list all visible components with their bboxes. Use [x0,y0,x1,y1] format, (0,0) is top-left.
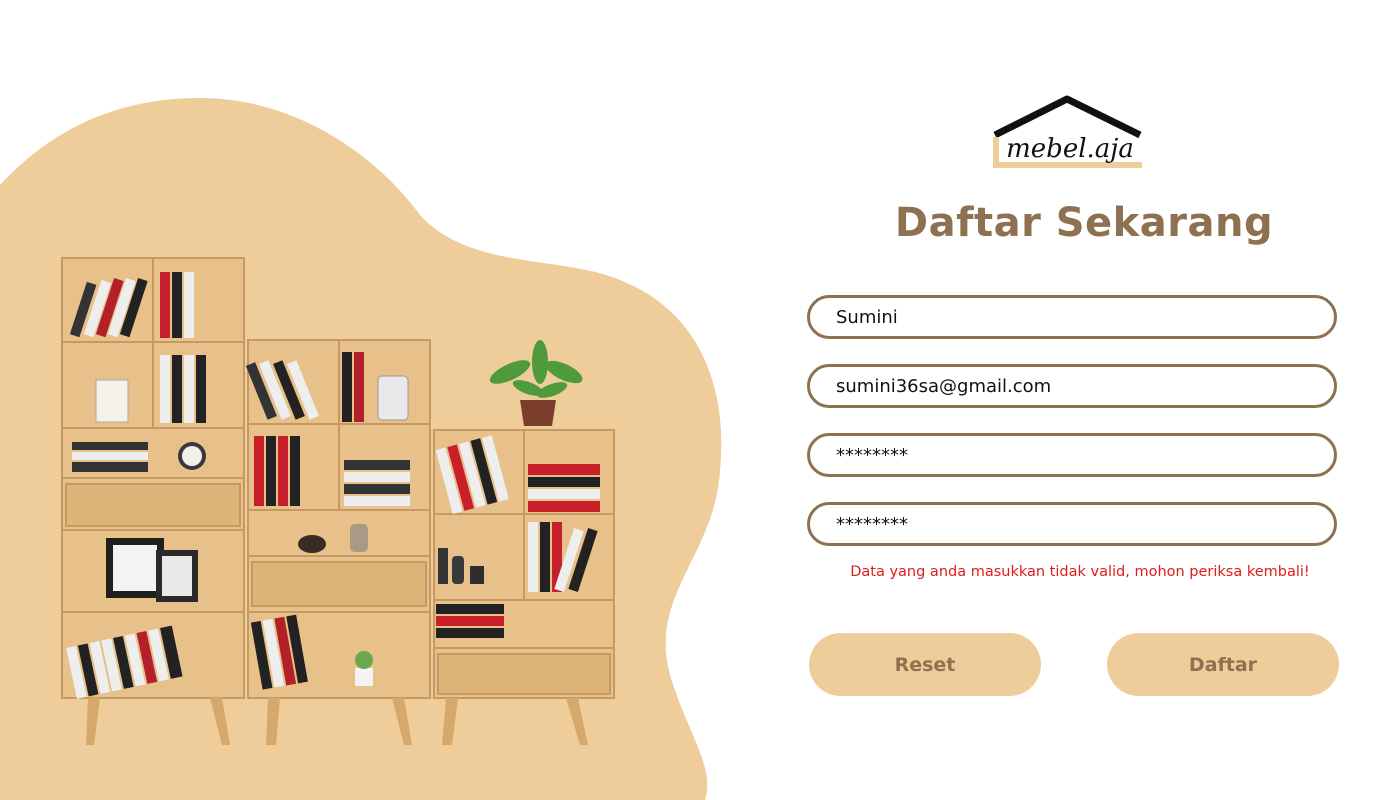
email-field[interactable] [807,364,1337,408]
validation-error-message: Data yang anda masukkan tidak valid, moh… [850,564,1310,580]
password-field[interactable] [807,433,1337,477]
reset-button[interactable]: Reset [809,633,1041,696]
page-title: Daftar Sekarang [894,200,1274,246]
bookshelf-illustration [61,257,615,745]
logo-wordmark: mebel.aja [1006,134,1134,164]
confirm-password-field[interactable] [807,502,1337,546]
name-field[interactable] [807,295,1337,339]
register-button[interactable]: Daftar [1107,633,1339,696]
mebel-aja-logo: mebel.aja [993,95,1142,168]
